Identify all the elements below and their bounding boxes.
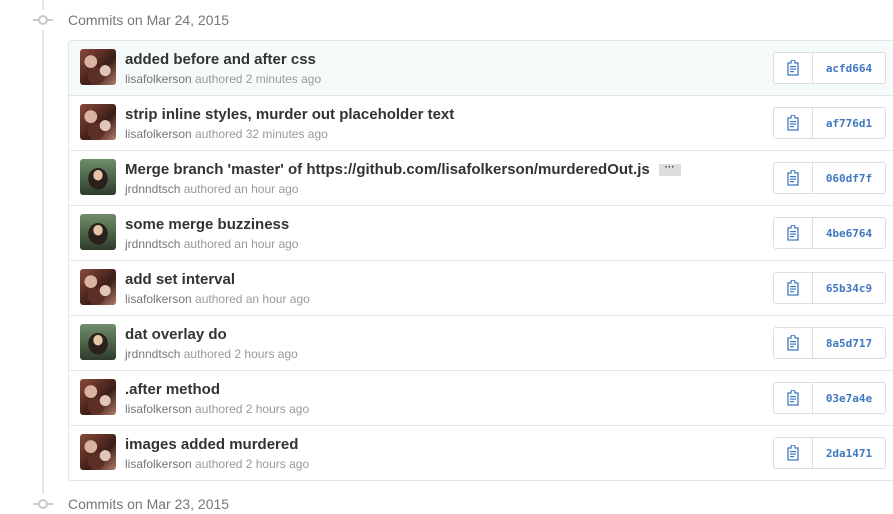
avatar[interactable] — [80, 324, 116, 360]
clipboard-icon — [787, 280, 799, 296]
clipboard-icon — [787, 115, 799, 131]
commit-author-link[interactable]: jrdnndtsch — [125, 182, 180, 196]
commit-time: authored 2 minutes ago — [195, 72, 322, 86]
commit-title-link[interactable]: .after method — [125, 381, 220, 398]
sha-button-group: acfd664 — [773, 52, 886, 84]
avatar[interactable] — [80, 269, 116, 305]
commit-title-link[interactable]: strip inline styles, murder out placehol… — [125, 106, 454, 123]
commit-row: Merge branch 'master' of https://github.… — [69, 151, 893, 206]
avatar[interactable] — [80, 49, 116, 85]
clipboard-icon — [787, 60, 799, 76]
copy-sha-button[interactable] — [773, 162, 813, 194]
commit-time: authored 32 minutes ago — [195, 127, 328, 141]
timeline-line — [42, 0, 44, 505]
commit-sha-link[interactable]: 4be6764 — [813, 217, 886, 249]
clipboard-icon — [787, 390, 799, 406]
commit-dot-icon — [33, 494, 53, 514]
sha-button-group: 2da1471 — [773, 437, 886, 469]
commit-meta: lisafolkerson authored 2 hours ago — [125, 457, 309, 471]
sha-button-group: 03e7a4e — [773, 382, 886, 414]
commit-row: strip inline styles, murder out placehol… — [69, 96, 893, 151]
commit-meta: lisafolkerson authored 32 minutes ago — [125, 127, 328, 141]
commit-sha-link[interactable]: 060df7f — [813, 162, 886, 194]
commit-time: authored 2 hours ago — [195, 457, 310, 471]
commit-sha-link[interactable]: 2da1471 — [813, 437, 886, 469]
commit-time: authored 2 hours ago — [183, 347, 298, 361]
commit-meta: jrdnndtsch authored an hour ago — [125, 182, 298, 196]
commit-author-link[interactable]: lisafolkerson — [125, 402, 192, 416]
sha-button-group: 4be6764 — [773, 217, 886, 249]
sha-button-group: 060df7f — [773, 162, 886, 194]
commit-group-header: Commits on Mar 23, 2015 — [33, 494, 229, 514]
commit-title-link[interactable]: add set interval — [125, 271, 235, 288]
commit-author-link[interactable]: jrdnndtsch — [125, 237, 180, 251]
avatar[interactable] — [80, 104, 116, 140]
commit-time: authored 2 hours ago — [195, 402, 310, 416]
commit-time: authored an hour ago — [195, 292, 310, 306]
clipboard-icon — [787, 225, 799, 241]
ellipsis-icon[interactable]: ··· — [658, 162, 681, 176]
commit-row: added before and after css lisafolkerson… — [69, 41, 893, 96]
commit-title-link[interactable]: images added murdered — [125, 436, 298, 453]
commit-time: authored an hour ago — [183, 182, 299, 196]
commit-group-header: Commits on Mar 24, 2015 — [33, 10, 229, 30]
commit-group-title: Commits on Mar 24, 2015 — [68, 12, 230, 28]
commit-author-link[interactable]: lisafolkerson — [125, 292, 192, 306]
copy-sha-button[interactable] — [773, 382, 813, 414]
clipboard-icon — [787, 445, 799, 461]
commit-title-link[interactable]: dat overlay do — [125, 326, 227, 343]
sha-button-group: af776d1 — [773, 107, 886, 139]
commit-row: dat overlay do jrdnndtsch authored 2 hou… — [69, 316, 893, 371]
commit-meta: lisafolkerson authored 2 hours ago — [125, 402, 309, 416]
copy-sha-button[interactable] — [773, 107, 813, 139]
clipboard-icon — [787, 335, 799, 351]
commit-author-link[interactable]: lisafolkerson — [125, 457, 192, 471]
copy-sha-button[interactable] — [773, 327, 813, 359]
commit-title-link[interactable]: some merge buzziness — [125, 216, 289, 233]
commit-time: authored an hour ago — [183, 237, 299, 251]
commit-row: .after method lisafolkerson authored 2 h… — [69, 371, 893, 426]
commit-meta: jrdnndtsch authored 2 hours ago — [125, 347, 298, 361]
copy-sha-button[interactable] — [773, 217, 813, 249]
copy-sha-button[interactable] — [773, 272, 813, 304]
commit-row: some merge buzziness jrdnndtsch authored… — [69, 206, 893, 261]
commit-dot-icon — [33, 10, 53, 30]
sha-button-group: 65b34c9 — [773, 272, 886, 304]
avatar[interactable] — [80, 434, 116, 470]
copy-sha-button[interactable] — [773, 437, 813, 469]
commit-row: images added murdered lisafolkerson auth… — [69, 426, 893, 480]
commit-author-link[interactable]: lisafolkerson — [125, 72, 192, 86]
commit-meta: jrdnndtsch authored an hour ago — [125, 237, 298, 251]
avatar[interactable] — [80, 379, 116, 415]
commit-author-link[interactable]: jrdnndtsch — [125, 347, 180, 361]
commit-meta: lisafolkerson authored 2 minutes ago — [125, 72, 321, 86]
commit-sha-link[interactable]: 03e7a4e — [813, 382, 886, 414]
commit-sha-link[interactable]: acfd664 — [813, 52, 886, 84]
sha-button-group: 8a5d717 — [773, 327, 886, 359]
avatar[interactable] — [80, 214, 116, 250]
commit-meta: lisafolkerson authored an hour ago — [125, 292, 310, 306]
avatar[interactable] — [80, 159, 116, 195]
copy-sha-button[interactable] — [773, 52, 813, 84]
commit-sha-link[interactable]: af776d1 — [813, 107, 886, 139]
commit-group-title: Commits on Mar 23, 2015 — [68, 496, 230, 512]
commit-title-link[interactable]: Merge branch 'master' of https://github.… — [125, 161, 650, 178]
commit-author-link[interactable]: lisafolkerson — [125, 127, 192, 141]
clipboard-icon — [787, 170, 799, 186]
commit-title-link[interactable]: added before and after css — [125, 51, 316, 68]
commit-list: added before and after css lisafolkerson… — [68, 40, 893, 481]
commit-row: add set interval lisafolkerson authored … — [69, 261, 893, 316]
commit-sha-link[interactable]: 8a5d717 — [813, 327, 886, 359]
commit-sha-link[interactable]: 65b34c9 — [813, 272, 886, 304]
